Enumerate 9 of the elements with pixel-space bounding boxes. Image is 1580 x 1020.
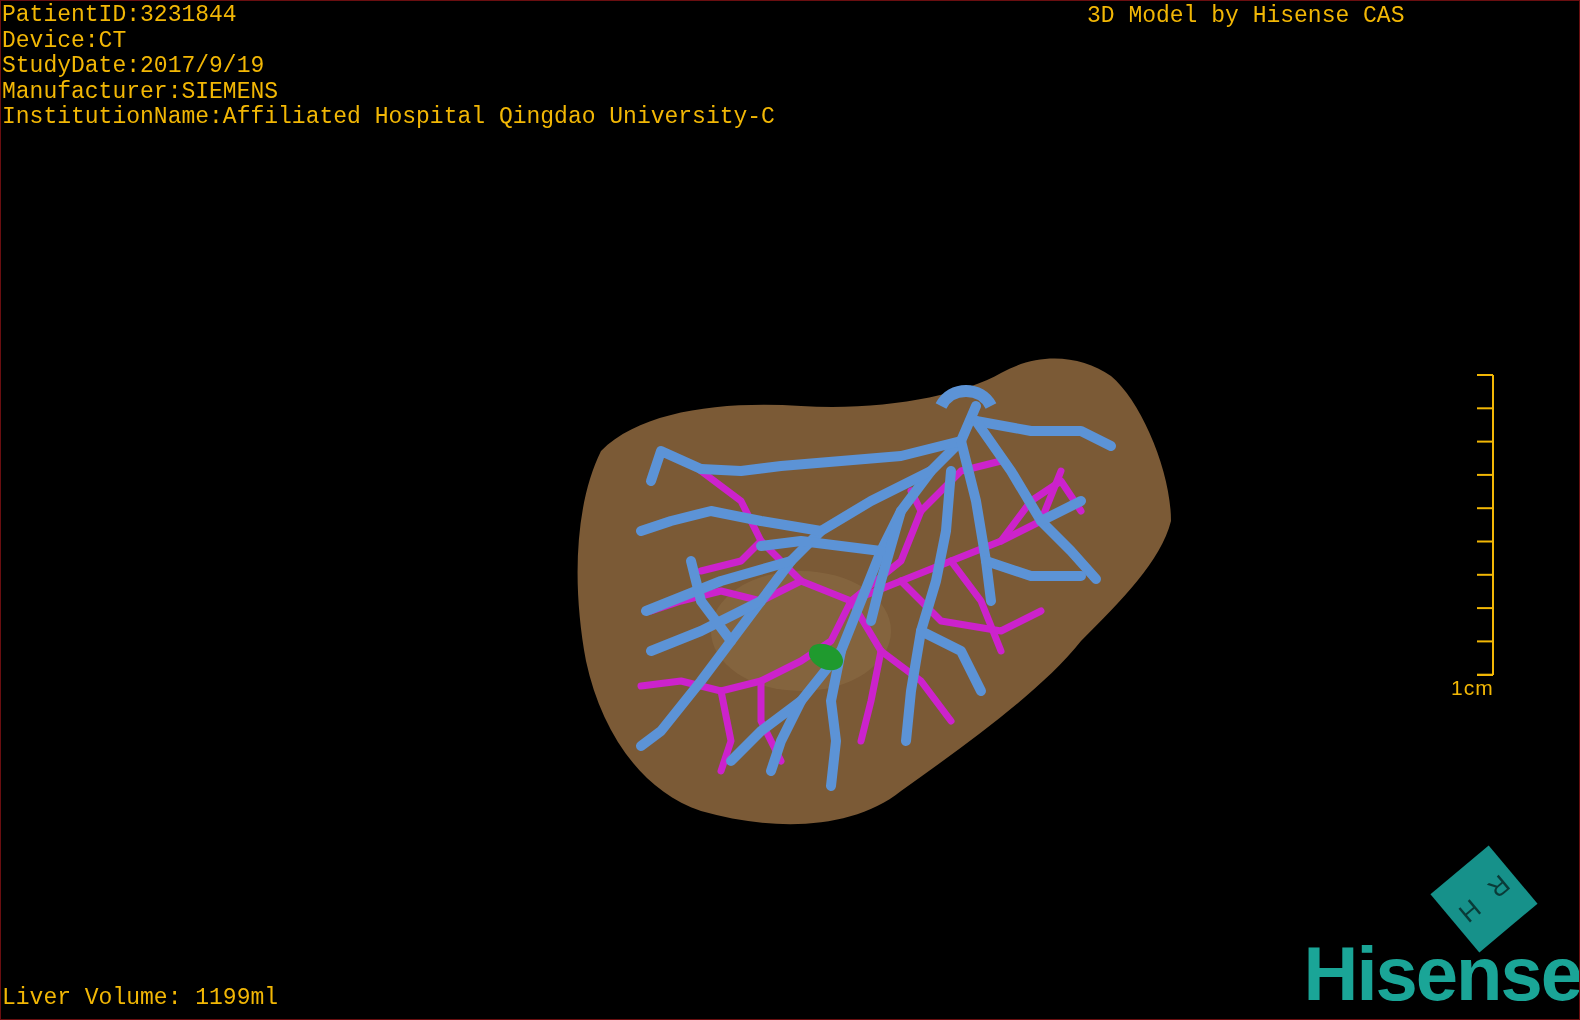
orientation-cube[interactable]: H R	[1430, 845, 1538, 953]
patient-info-text: StudyDate:2017/9/19	[2, 54, 266, 80]
patient-info-text: InstitutionName:Affiliated Hospital Qingdao University-C	[2, 105, 775, 131]
patient-info-text: Manufacturer:SIEMENS	[2, 79, 280, 105]
scale-label: 1cm	[1451, 677, 1494, 699]
patient-info-text: PatientID:3231844	[2, 3, 238, 29]
liver-volume-text: Liver Volume: 1199ml	[2, 985, 279, 1011]
model-title: 3D Model by Hisense CAS	[1087, 3, 1405, 29]
patient-info-text: Device:CT	[2, 28, 128, 54]
